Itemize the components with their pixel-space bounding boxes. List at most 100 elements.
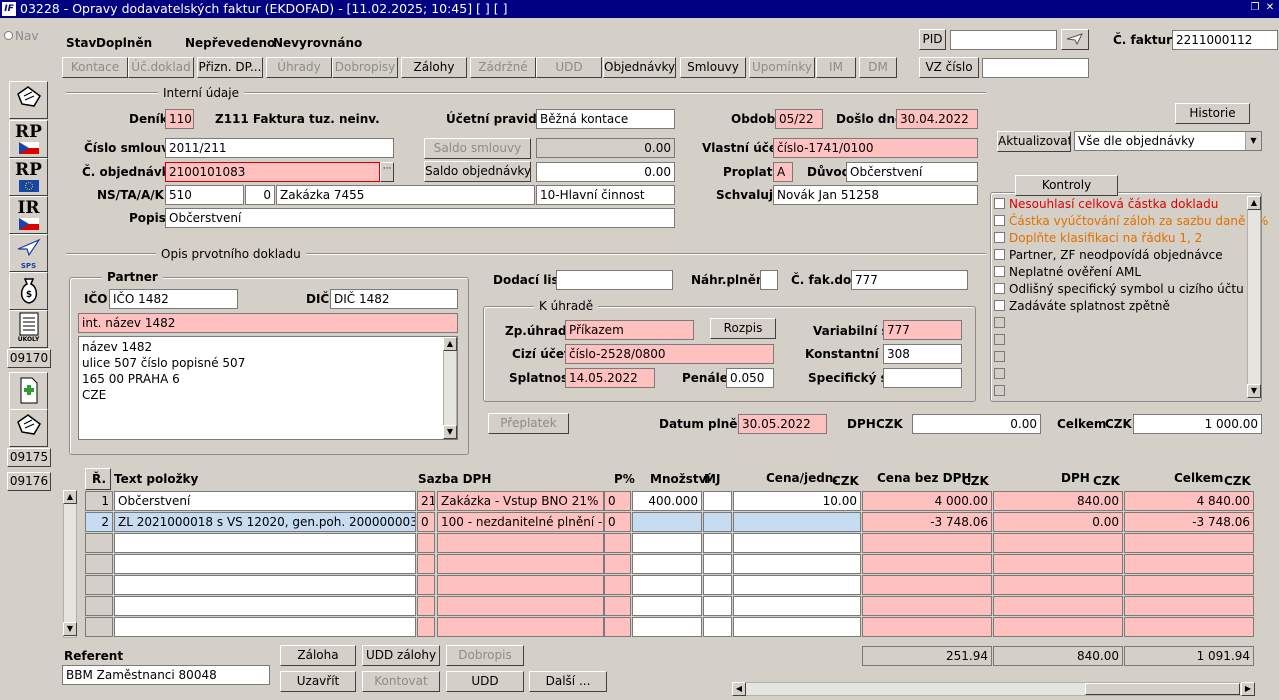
faktura-input[interactable]: 2211000112 — [1172, 30, 1278, 50]
toolbar-button-4[interactable]: Dobropisy — [332, 57, 398, 78]
datum-plneni-input[interactable]: 30.05.2022 — [738, 414, 827, 434]
grid-cell-cena[interactable] — [733, 533, 861, 553]
zaloha-button[interactable]: Záloha — [280, 645, 356, 666]
grid-cell-dph[interactable] — [993, 554, 1123, 574]
grid-cell-p[interactable] — [604, 554, 631, 574]
restore-icon[interactable]: ❐ — [1249, 1, 1261, 15]
sidebar-ir-button[interactable]: IR — [9, 196, 48, 234]
address-textarea[interactable]: název 1482 ulice 507 číslo popisné 507 1… — [78, 336, 458, 440]
sidebar-ukoly-button[interactable]: ÚKOLY — [9, 310, 48, 348]
zp-uhrady-input[interactable]: Příkazem — [565, 320, 694, 340]
grid-cell-dph[interactable] — [993, 575, 1123, 595]
toolbar-button-9[interactable]: Smlouvy — [680, 57, 746, 78]
toolbar-button-8[interactable]: Objednávky — [603, 57, 676, 78]
int-nazev-input[interactable]: int. název 1482 — [78, 313, 458, 333]
ns-input[interactable]: 510 — [165, 185, 244, 205]
grid-cell-p[interactable] — [604, 617, 631, 637]
grid-cell-celkem[interactable] — [1124, 575, 1254, 595]
toolbar-button-3[interactable]: Úhrady — [266, 57, 332, 78]
grid-cell-p[interactable]: 0 — [604, 491, 631, 511]
saldo-objednavky-button[interactable]: Saldo objednávky — [424, 161, 531, 182]
grid-cell-cena[interactable] — [733, 617, 861, 637]
grid-cell-mj[interactable] — [703, 512, 732, 532]
kontroly-checkbox[interactable] — [994, 300, 1005, 311]
grid-cell-sazba[interactable]: 100 - nezdanitelné plnění - vs — [437, 512, 604, 532]
grid-cell-mnozstvi[interactable] — [632, 512, 702, 532]
historie-button[interactable]: Historie — [1175, 103, 1250, 124]
grid-cell-mj[interactable] — [703, 617, 732, 637]
kontroly-checkbox[interactable] — [994, 334, 1005, 345]
grid-cell-sazba[interactable] — [437, 533, 604, 553]
grid-cell-s[interactable]: 0 — [417, 512, 435, 532]
toolbar-button-1[interactable]: Úč.doklad — [128, 57, 194, 78]
grid-cell-mnozstvi[interactable] — [632, 596, 702, 616]
grid-cell-r[interactable] — [85, 554, 113, 574]
grid-cell-dph[interactable] — [993, 533, 1123, 553]
sidebar-rp-eu-button[interactable]: RP — [9, 158, 48, 196]
dodaci-input[interactable] — [556, 270, 673, 290]
grid-cell-bez[interactable]: 4 000.00 — [862, 491, 992, 511]
scroll-up-icon[interactable]: ▲ — [63, 490, 77, 504]
smlouvy-input[interactable]: 2011/211 — [165, 138, 394, 158]
sidebar-moneybag-button[interactable]: $ — [9, 272, 48, 310]
close-icon[interactable]: ✕ — [1264, 1, 1276, 15]
kontroly-checkbox[interactable] — [994, 198, 1005, 209]
duvod-input[interactable]: Občerstvení — [846, 162, 978, 182]
sidebar-rp-cz-button[interactable]: RP — [9, 120, 48, 158]
proplatit-input[interactable]: A — [773, 162, 793, 182]
ta-input[interactable]: 0 — [245, 185, 275, 205]
kontroly-checkbox[interactable] — [994, 283, 1005, 294]
toolbar-button-7[interactable]: UDD — [536, 57, 602, 78]
grid-cell-dph[interactable]: 0.00 — [993, 512, 1123, 532]
uzavrit-button[interactable]: Uzavřít — [280, 671, 356, 692]
grid-cell-text[interactable]: Občerstvení — [114, 491, 416, 511]
kontroly-button[interactable]: Kontroly — [1015, 175, 1118, 196]
grid-cell-celkem[interactable] — [1124, 596, 1254, 616]
sidebar-hand2-button[interactable] — [9, 409, 48, 447]
variabilni-input[interactable]: 777 — [883, 320, 962, 340]
grid-cell-r[interactable] — [85, 596, 113, 616]
grid-cell-text[interactable] — [114, 596, 416, 616]
horizontal-scroll-thumb[interactable] — [1085, 683, 1240, 695]
sidebar-num-09176[interactable]: 09176 — [7, 472, 51, 491]
grid-cell-s[interactable] — [417, 617, 435, 637]
send-button[interactable] — [1061, 29, 1089, 50]
toolbar-button-10[interactable]: Upomínky — [749, 57, 815, 78]
scroll-left-icon[interactable]: ◀ — [732, 682, 746, 696]
kontroly-checkbox[interactable] — [994, 317, 1005, 328]
kontroly-checkbox[interactable] — [994, 249, 1005, 260]
a-input[interactable]: Zakázka 7455 — [276, 185, 535, 205]
dph-total-input[interactable]: 0.00 — [912, 414, 1041, 434]
aktualizovat-button[interactable]: Aktualizovat — [997, 131, 1071, 152]
grid-cell-p[interactable] — [604, 575, 631, 595]
grid-cell-s[interactable] — [417, 575, 435, 595]
sidebar-hand-button[interactable] — [9, 81, 48, 119]
kontroly-checkbox[interactable] — [994, 232, 1005, 243]
nahr-input[interactable] — [760, 270, 778, 290]
grid-cell-celkem[interactable]: -3 748.06 — [1124, 512, 1254, 532]
grid-cell-r[interactable] — [85, 575, 113, 595]
scroll-up-icon[interactable]: ▲ — [443, 337, 457, 351]
celkem-total-input[interactable]: 1 000.00 — [1133, 414, 1262, 434]
grid-cell-mj[interactable] — [703, 596, 732, 616]
kontroly-checkbox[interactable] — [994, 351, 1005, 362]
nav-radio[interactable] — [4, 31, 13, 40]
grid-cell-s[interactable]: 21 — [417, 491, 435, 511]
kp-input[interactable]: 10-Hlavní činnost — [536, 185, 675, 205]
grid-cell-bez[interactable]: -3 748.06 — [862, 512, 992, 532]
grid-cell-text[interactable]: ZL 2021000018 s VS 12020, gen.poh. 20000… — [114, 512, 416, 532]
toolbar-button-12[interactable]: DM — [859, 57, 897, 78]
grid-cell-r[interactable] — [85, 617, 113, 637]
chevron-down-icon[interactable]: ▼ — [1245, 132, 1261, 150]
toolbar-button-5[interactable]: Zálohy — [401, 57, 467, 78]
grid-cell-bez[interactable] — [862, 554, 992, 574]
grid-cell-dph[interactable] — [993, 617, 1123, 637]
grid-cell-mnozstvi[interactable] — [632, 617, 702, 637]
rozpis-button[interactable]: Rozpis — [710, 318, 776, 339]
grid-cell-text[interactable] — [114, 575, 416, 595]
grid-cell-dph[interactable] — [993, 596, 1123, 616]
grid-cell-p[interactable]: 0 — [604, 512, 631, 532]
grid-cell-mj[interactable] — [703, 575, 732, 595]
toolbar-button-6[interactable]: Zádržné — [470, 57, 536, 78]
grid-cell-sazba[interactable]: Zakázka - Vstup BNO 21% — [437, 491, 604, 511]
